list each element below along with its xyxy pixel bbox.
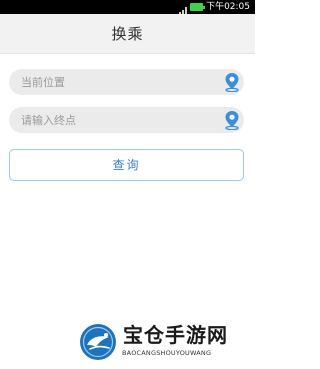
location-pin-icon[interactable] — [224, 110, 240, 131]
start-location-field[interactable] — [9, 69, 244, 95]
signal-icon — [176, 2, 188, 17]
watermark-title: 宝仓手游网 — [123, 323, 228, 347]
watermark: 宝仓手游网 BAOCANGSHOUYOUWANG — [79, 322, 251, 368]
page-title: 换乘 — [111, 25, 144, 43]
start-location-input[interactable] — [9, 69, 221, 95]
watermark-logo-icon — [79, 323, 117, 361]
status-time: 下午02:05 — [206, 2, 250, 12]
title-bar: 换乘 — [0, 14, 255, 54]
watermark-subtitle: BAOCANGSHOUYOUWANG — [122, 349, 212, 357]
status-icons: 下午02:05 — [176, 1, 250, 17]
destination-field[interactable] — [9, 107, 244, 133]
battery-icon — [190, 3, 206, 11]
location-pin-icon[interactable] — [224, 72, 240, 93]
query-button[interactable]: 查询 — [9, 149, 244, 181]
status-bar: 下午02:05 — [0, 0, 255, 17]
destination-input[interactable] — [9, 107, 221, 133]
